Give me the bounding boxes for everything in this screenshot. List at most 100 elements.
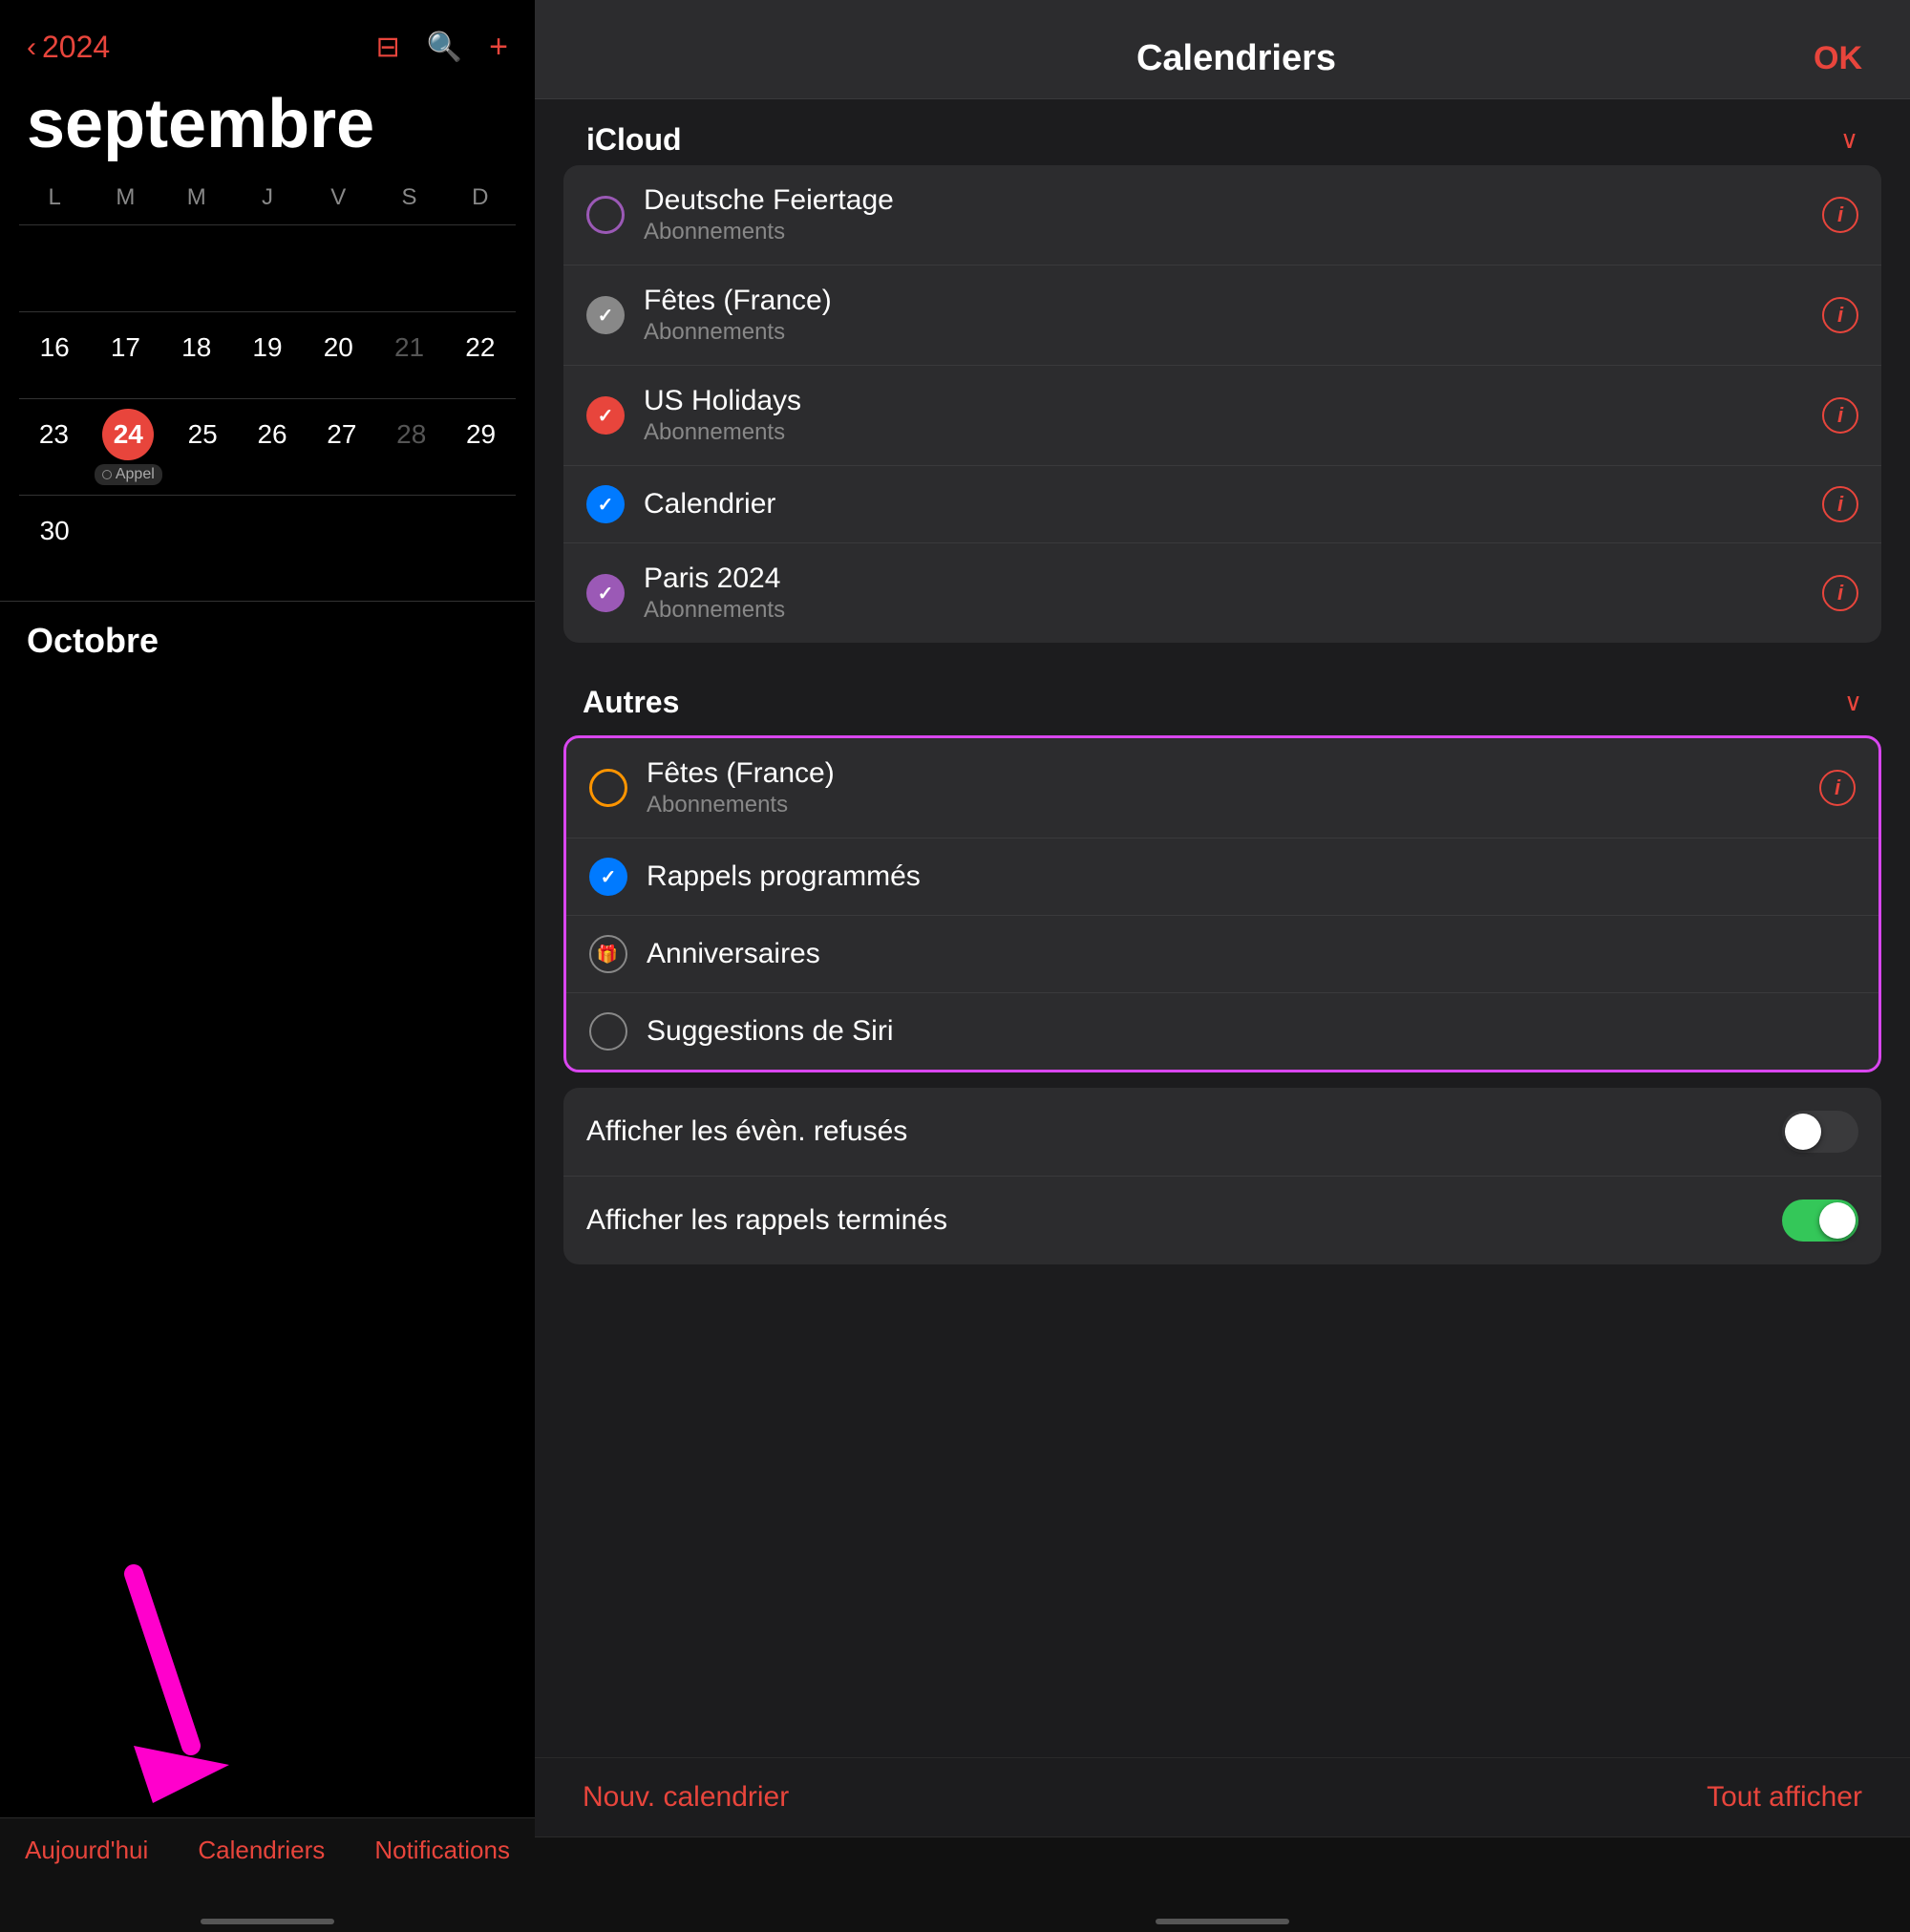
chevron-left-icon: ‹ — [27, 32, 36, 64]
layout-icon[interactable]: ⊟ — [376, 31, 400, 64]
info-icon[interactable]: i — [1822, 486, 1858, 522]
cal-sub: Abonnements — [644, 219, 1803, 245]
cal-text: US Holidays Abonnements — [644, 385, 1803, 446]
calendar-day-16[interactable]: 16 — [19, 312, 90, 398]
calendar-day[interactable] — [373, 225, 444, 311]
calendar-weeks: 16 17 18 19 20 21 22 — [19, 224, 516, 582]
tab-bar-left: Aujourd'hui Calendriers Notifications — [0, 1817, 535, 1932]
tab-aujourdhui[interactable]: Aujourd'hui — [25, 1836, 148, 1865]
calendar-day-29[interactable]: 29 — [446, 399, 516, 495]
list-item[interactable]: 🎁 Anniversaires — [566, 916, 1878, 993]
tab-notifications[interactable]: Notifications — [374, 1836, 510, 1865]
calendar-day[interactable] — [90, 225, 160, 311]
list-item[interactable]: Suggestions de Siri — [566, 993, 1878, 1070]
calendar-week-1 — [19, 224, 516, 311]
toggle-completed[interactable]: Afficher les rappels terminés — [563, 1177, 1881, 1264]
calendar-day-empty[interactable] — [373, 496, 444, 582]
list-item[interactable]: ✓ Paris 2024 Abonnements i — [563, 543, 1881, 643]
info-icon[interactable]: i — [1822, 297, 1858, 333]
calendar-day-18[interactable]: 18 — [161, 312, 232, 398]
toggle-switch-completed[interactable] — [1782, 1200, 1858, 1242]
new-calendar-button[interactable]: Nouv. calendrier — [583, 1781, 789, 1814]
right-title: Calendriers — [659, 38, 1814, 79]
calendar-day-empty[interactable] — [232, 496, 303, 582]
calendar-day[interactable] — [19, 225, 90, 311]
calendar-day-23[interactable]: 23 — [19, 399, 89, 495]
info-icon[interactable]: i — [1822, 197, 1858, 233]
cal-name: Paris 2024 — [644, 563, 1803, 595]
calendar-circle: ✓ — [586, 485, 625, 523]
autres-title: Autres — [583, 685, 679, 720]
day-header-v: V — [303, 179, 373, 217]
list-item[interactable]: Deutsche Feiertage Abonnements i — [563, 165, 1881, 265]
autres-section-header[interactable]: Autres ∨ — [563, 662, 1881, 735]
event-appel: Appel — [95, 464, 162, 485]
calendar-circle: 🎁 — [589, 935, 627, 973]
tab-calendriers[interactable]: Calendriers — [198, 1836, 325, 1865]
info-icon[interactable]: i — [1819, 770, 1856, 806]
right-panel: Calendriers OK iCloud ∨ Deutsche Feierta… — [535, 0, 1910, 1932]
right-header: Calendriers OK — [535, 0, 1910, 99]
ok-button[interactable]: OK — [1814, 40, 1862, 77]
cal-name: Fêtes (France) — [647, 757, 1800, 790]
cal-text: Anniversaires — [647, 938, 1856, 970]
list-item[interactable]: Fêtes (France) Abonnements i — [566, 738, 1878, 839]
calendar-day[interactable] — [445, 225, 516, 311]
cal-name: Calendrier — [644, 488, 1803, 520]
calendar-day-22[interactable]: 22 — [445, 312, 516, 398]
cal-name: US Holidays — [644, 385, 1803, 417]
left-header: ‹ 2024 ⊟ 🔍 + — [0, 0, 535, 75]
list-item[interactable]: ✓ Calendrier i — [563, 466, 1881, 543]
calendar-circle — [589, 1012, 627, 1051]
day-headers: L M M J V S D — [19, 179, 516, 217]
calendar-circle: ✓ — [586, 574, 625, 612]
arrow-pointer — [76, 1555, 267, 1808]
icloud-section-header[interactable]: iCloud ∨ — [563, 99, 1881, 165]
cal-name: Anniversaires — [647, 938, 1856, 970]
calendar-day-empty[interactable] — [90, 496, 160, 582]
toggle-refused[interactable]: Afficher les évèn. refusés — [563, 1088, 1881, 1177]
toggle-label: Afficher les évèn. refusés — [586, 1115, 907, 1148]
search-icon[interactable]: 🔍 — [427, 31, 462, 64]
calendar-day-30[interactable]: 30 — [19, 496, 90, 582]
calendar-day-26[interactable]: 26 — [238, 399, 308, 495]
home-indicator-right — [1156, 1919, 1289, 1924]
day-header-d: D — [445, 179, 516, 217]
cal-name: Fêtes (France) — [644, 285, 1803, 317]
calendar-day-19[interactable]: 19 — [232, 312, 303, 398]
back-year-button[interactable]: ‹ 2024 — [27, 30, 110, 65]
cal-text: Calendrier — [644, 488, 1803, 520]
icloud-chevron-icon: ∨ — [1840, 125, 1858, 155]
autres-group: Fêtes (France) Abonnements i ✓ Rappels p… — [563, 735, 1881, 1072]
calendar-day[interactable] — [303, 225, 373, 311]
info-icon[interactable]: i — [1822, 397, 1858, 434]
calendar-week-2: 16 17 18 19 20 21 22 — [19, 311, 516, 398]
calendar-day-24[interactable]: 24 Appel — [89, 399, 168, 495]
bottom-actions: Nouv. calendrier Tout afficher — [535, 1757, 1910, 1836]
calendar-day-17[interactable]: 17 — [90, 312, 160, 398]
calendar-week-3: 23 24 Appel 25 26 27 — [19, 398, 516, 495]
calendar-day[interactable] — [232, 225, 303, 311]
add-icon[interactable]: + — [489, 29, 508, 66]
calendar-day-empty[interactable] — [303, 496, 373, 582]
calendar-day-empty[interactable] — [161, 496, 232, 582]
info-icon[interactable]: i — [1822, 575, 1858, 611]
toggle-switch-refused[interactable] — [1782, 1111, 1858, 1153]
toggle-thumb — [1819, 1202, 1856, 1239]
list-item[interactable]: ✓ US Holidays Abonnements i — [563, 366, 1881, 466]
calendar-day-20[interactable]: 20 — [303, 312, 373, 398]
calendar-day-25[interactable]: 25 — [168, 399, 238, 495]
calendar-day[interactable] — [161, 225, 232, 311]
calendar-day-21[interactable]: 21 — [373, 312, 444, 398]
toggle-thumb — [1785, 1114, 1821, 1150]
day-header-m1: M — [90, 179, 160, 217]
day-header-l: L — [19, 179, 90, 217]
calendar-day-27[interactable]: 27 — [307, 399, 376, 495]
show-all-button[interactable]: Tout afficher — [1707, 1781, 1862, 1814]
list-item[interactable]: ✓ Fêtes (France) Abonnements i — [563, 265, 1881, 366]
calendar-day-28[interactable]: 28 — [376, 399, 446, 495]
list-item[interactable]: ✓ Rappels programmés — [566, 839, 1878, 916]
cal-name: Suggestions de Siri — [647, 1015, 1856, 1048]
toggles-group: Afficher les évèn. refusés Afficher les … — [563, 1088, 1881, 1264]
calendar-day-empty[interactable] — [445, 496, 516, 582]
